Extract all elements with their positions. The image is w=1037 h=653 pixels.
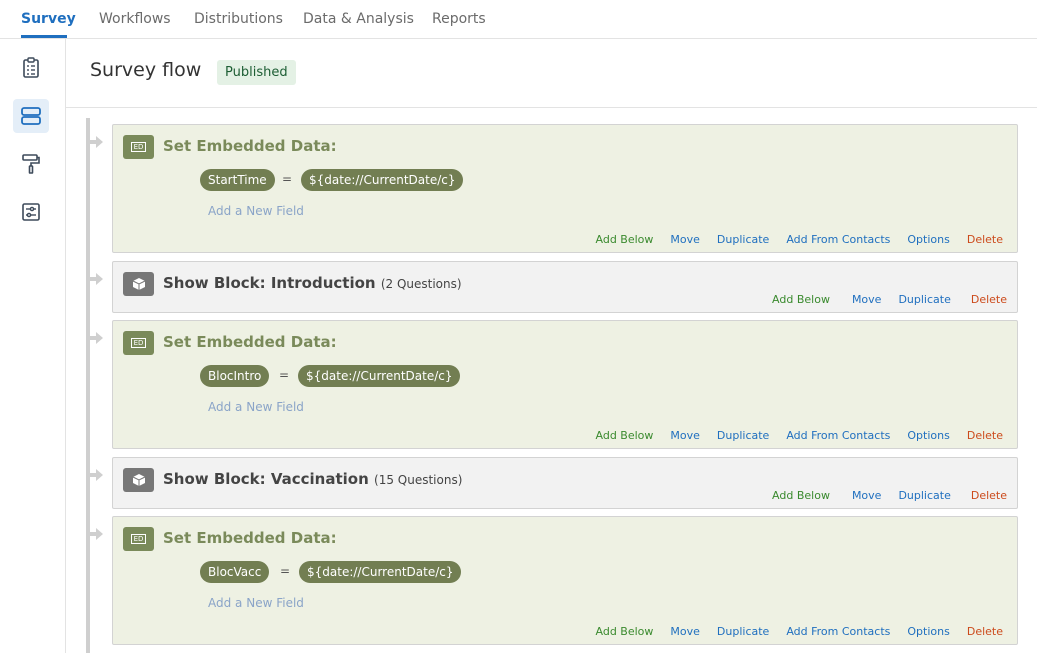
paint-roller-icon <box>22 154 40 174</box>
move-button[interactable]: Move <box>670 233 700 246</box>
field-name-pill[interactable]: StartTime <box>200 169 275 191</box>
flow-element-embedded-data: ED Set Embedded Data: BlocVacc = ${date:… <box>112 516 1018 645</box>
clipboard-icon <box>23 57 39 78</box>
delete-button[interactable]: Delete <box>967 233 1003 246</box>
flow-element-block: Show Block: Vaccination (15 Questions) A… <box>112 457 1018 509</box>
add-below-button[interactable]: Add Below <box>596 233 654 246</box>
sidebar-item-look-and-feel[interactable] <box>13 147 49 181</box>
sidebar-item-survey-flow[interactable] <box>13 99 49 133</box>
flow-arrow-icon <box>90 528 103 540</box>
element-actions: Add Below Move Duplicate Add From Contacts O… <box>596 233 1003 246</box>
add-new-field-link[interactable]: Add a New Field <box>208 400 304 414</box>
status-badge: Published <box>217 60 296 85</box>
page-title: Survey flow <box>90 59 202 81</box>
add-new-field-link[interactable]: Add a New Field <box>208 204 304 218</box>
duplicate-button[interactable]: Duplicate <box>898 489 950 502</box>
flow-arrow-icon <box>90 136 103 148</box>
duplicate-button[interactable]: Duplicate <box>898 293 950 306</box>
flow-arrow-icon <box>90 469 103 481</box>
embedded-data-icon: ED <box>123 527 154 551</box>
element-actions: Add Below Move Duplicate Add From Contacts O… <box>596 625 1003 638</box>
move-button[interactable]: Move <box>852 489 882 502</box>
equals-sign: = <box>282 172 293 186</box>
sidebar-item-survey-options[interactable] <box>13 195 49 229</box>
flow-element-embedded-data: ED Set Embedded Data: StartTime = ${date… <box>112 124 1018 253</box>
sliders-icon <box>22 203 40 221</box>
flow-element-title[interactable]: Show Block: Introduction (2 Questions) <box>163 274 462 292</box>
tab-distributions[interactable]: Distributions <box>194 11 283 27</box>
add-below-button[interactable]: Add Below <box>596 625 654 638</box>
duplicate-button[interactable]: Duplicate <box>717 625 769 638</box>
delete-button[interactable]: Delete <box>971 489 1007 502</box>
sidebar-item-survey-editor[interactable] <box>13 51 49 85</box>
add-from-contacts-button[interactable]: Add From Contacts <box>786 233 890 246</box>
options-button[interactable]: Options <box>907 625 949 638</box>
equals-sign: = <box>279 368 290 382</box>
move-button[interactable]: Move <box>852 293 882 306</box>
add-from-contacts-button[interactable]: Add From Contacts <box>786 625 890 638</box>
question-count: (2 Questions) <box>380 277 462 291</box>
flow-element-title[interactable]: Set Embedded Data: <box>163 137 337 155</box>
question-count: (15 Questions) <box>374 473 463 487</box>
add-new-field-link[interactable]: Add a New Field <box>208 596 304 610</box>
duplicate-button[interactable]: Duplicate <box>717 233 769 246</box>
survey-flow-icon <box>21 107 41 125</box>
page-header: Survey flow Published <box>66 39 1037 108</box>
flow-arrow-icon <box>90 332 103 344</box>
element-actions: Add Below Move Duplicate Delete <box>772 489 1007 502</box>
embedded-data-icon: ED <box>123 331 154 355</box>
tab-data-analysis[interactable]: Data & Analysis <box>303 11 414 27</box>
options-button[interactable]: Options <box>907 233 949 246</box>
delete-button[interactable]: Delete <box>971 293 1007 306</box>
move-button[interactable]: Move <box>670 625 700 638</box>
field-value-pill[interactable]: ${date://CurrentDate/c} <box>301 169 464 191</box>
tab-workflows[interactable]: Workflows <box>99 11 171 27</box>
embedded-data-icon: ED <box>123 135 154 159</box>
flow-element-block: Show Block: Introduction (2 Questions) A… <box>112 261 1018 313</box>
flow-arrow-icon <box>90 273 103 285</box>
field-name-pill[interactable]: BlocVacc <box>200 561 270 583</box>
flow-element-title[interactable]: Set Embedded Data: <box>163 529 337 547</box>
add-from-contacts-button[interactable]: Add From Contacts <box>786 429 890 442</box>
move-button[interactable]: Move <box>670 429 700 442</box>
field-name-pill[interactable]: BlocIntro <box>200 365 270 387</box>
block-cube-icon <box>123 468 154 492</box>
element-actions: Add Below Move Duplicate Add From Contacts O… <box>596 429 1003 442</box>
add-below-button[interactable]: Add Below <box>772 489 830 502</box>
flow-element-embedded-data: ED Set Embedded Data: BlocIntro = ${date… <box>112 320 1018 449</box>
delete-button[interactable]: Delete <box>967 429 1003 442</box>
flow-connector-line <box>86 118 90 653</box>
active-tab-indicator <box>21 35 67 38</box>
field-value-pill[interactable]: ${date://CurrentDate/c} <box>298 365 461 387</box>
flow-element-title[interactable]: Set Embedded Data: <box>163 333 337 351</box>
block-cube-icon <box>123 272 154 296</box>
equals-sign: = <box>280 564 291 578</box>
duplicate-button[interactable]: Duplicate <box>717 429 769 442</box>
top-nav: Survey Workflows Distributions Data & An… <box>0 0 1037 39</box>
delete-button[interactable]: Delete <box>967 625 1003 638</box>
options-button[interactable]: Options <box>907 429 949 442</box>
field-value-pill[interactable]: ${date://CurrentDate/c} <box>299 561 462 583</box>
tab-survey[interactable]: Survey <box>21 11 76 27</box>
tab-reports[interactable]: Reports <box>432 11 486 27</box>
add-below-button[interactable]: Add Below <box>596 429 654 442</box>
element-actions: Add Below Move Duplicate Delete <box>772 293 1007 306</box>
flow-element-title[interactable]: Show Block: Vaccination (15 Questions) <box>163 470 462 488</box>
sidebar <box>0 39 66 653</box>
add-below-button[interactable]: Add Below <box>772 293 830 306</box>
